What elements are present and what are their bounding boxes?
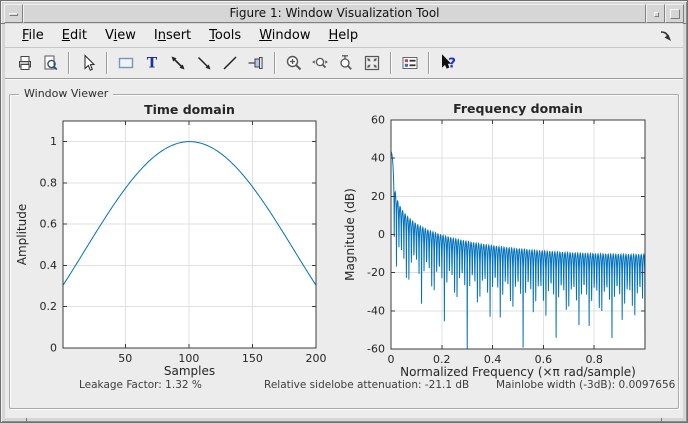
toolbar-help-pointer-button[interactable]: ?: [436, 51, 460, 75]
toolbar-separator: [106, 52, 108, 74]
minimize-button[interactable]: [646, 4, 665, 23]
toolbar-dock-arrow-icon[interactable]: [659, 29, 673, 43]
mainlobe-width-stat: Mainlobe width (-3dB): 0.0097656: [496, 379, 676, 391]
menu-help[interactable]: Help: [319, 26, 367, 45]
frame-notch: [26, 418, 27, 422]
print-preview-icon: [44, 55, 58, 71]
svg-text:T: T: [147, 56, 158, 72]
leakage-factor-stat: Leakage Factor: 1.32 %: [79, 379, 202, 391]
toolbar-arrow-button[interactable]: [192, 51, 216, 75]
menu-tools[interactable]: Tools: [200, 26, 250, 45]
titlebar[interactable]: Figure 1: Window Visualization Tool: [4, 4, 684, 23]
pin-icon: [248, 57, 263, 69]
window-menu-icon: [9, 13, 18, 16]
frame-notch: [683, 23, 687, 24]
window-menu-button[interactable]: [4, 4, 23, 23]
help-pointer-icon: ?: [442, 54, 456, 72]
menu-insert[interactable]: Insert: [145, 26, 200, 45]
toolbar-double-arrow-button[interactable]: [166, 51, 190, 75]
toolbar-zoom-in-button[interactable]: [282, 51, 306, 75]
toolbar-zoom-x-button[interactable]: [308, 51, 332, 75]
toolbar-pin-button[interactable]: [244, 51, 268, 75]
toolbar-separator: [428, 52, 430, 74]
text-icon: T: [147, 56, 158, 72]
menu-file[interactable]: File: [13, 26, 53, 45]
frequency-domain-plot-area[interactable]: [391, 120, 645, 349]
toolbar-legend-button[interactable]: [398, 51, 422, 75]
toolbar-print-preview-button[interactable]: [38, 51, 62, 75]
groupbox-label: Window Viewer: [19, 87, 114, 100]
toolbar-text-button[interactable]: T: [140, 51, 164, 75]
toolbar-fit-view-button[interactable]: [360, 51, 384, 75]
minimize-icon: [654, 12, 659, 17]
toolbar: T?: [5, 48, 683, 79]
toolbar-print-button[interactable]: [12, 51, 36, 75]
zoom-y-icon: [340, 55, 352, 70]
pointer-icon: [84, 54, 96, 71]
print-icon: [19, 56, 31, 70]
sidelobe-attenuation-stat: Relative sidelobe attenuation: -21.1 dB: [264, 379, 470, 391]
menu-view[interactable]: View: [96, 26, 145, 45]
zoom-in-icon: [286, 55, 302, 71]
time-domain-plot-area[interactable]: [63, 121, 316, 348]
maximize-icon: [670, 9, 680, 19]
toolbar-rectangle-button[interactable]: [114, 51, 138, 75]
toolbar-separator: [390, 52, 392, 74]
frame-notch: [661, 418, 662, 422]
maximize-button[interactable]: [665, 4, 684, 23]
toolbar-zoom-y-button[interactable]: [334, 51, 358, 75]
toolbar-pointer-button[interactable]: [76, 51, 100, 75]
menu-edit[interactable]: Edit: [53, 26, 96, 45]
arrow-icon: [197, 56, 211, 70]
toolbar-line-button[interactable]: [218, 51, 242, 75]
window-title: Figure 1: Window Visualization Tool: [23, 4, 646, 23]
fit-view-icon: [364, 55, 380, 71]
toolbar-separator: [68, 52, 70, 74]
toolbar-separator: [274, 52, 276, 74]
legend-icon: [402, 57, 418, 69]
figure-window: Figure 1: Window Visualization Tool File…: [0, 0, 688, 423]
rectangle-icon: [118, 57, 134, 69]
zoom-x-icon: [312, 57, 328, 69]
line-icon: [223, 56, 237, 70]
svg-text:?: ?: [448, 56, 456, 72]
menubar: File Edit View Insert Tools Window Help: [5, 24, 683, 48]
menu-window[interactable]: Window: [250, 26, 319, 45]
double-arrow-icon: [171, 56, 185, 70]
